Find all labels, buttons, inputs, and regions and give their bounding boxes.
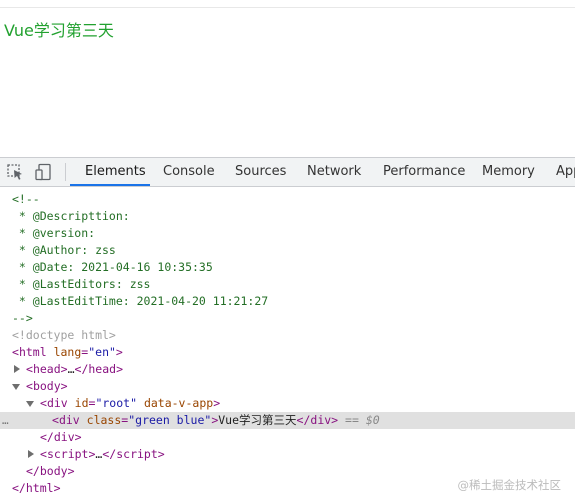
expand-triangle-icon[interactable] <box>28 450 34 458</box>
tab-console[interactable]: Console <box>163 158 215 186</box>
toolbar-separator <box>65 163 66 181</box>
comment-line[interactable]: * @version: <box>0 225 575 242</box>
tab-application[interactable]: App <box>556 158 575 186</box>
tab-sources[interactable]: Sources <box>235 158 286 186</box>
devtools-panel: Elements Console Sources Network Perform… <box>0 157 575 503</box>
collapse-triangle-icon[interactable] <box>26 401 34 407</box>
tab-memory[interactable]: Memory <box>482 158 535 186</box>
tab-performance[interactable]: Performance <box>383 158 465 186</box>
comment-line[interactable]: --> <box>0 310 575 327</box>
comment-line[interactable]: * @Date: 2021-04-16 10:35:35 <box>0 259 575 276</box>
devtools-toolbar: Elements Console Sources Network Perform… <box>0 158 575 187</box>
head-node[interactable]: <head>…</head> <box>0 361 575 378</box>
collapse-triangle-icon[interactable] <box>12 384 20 390</box>
row-menu-icon[interactable]: … <box>2 412 9 429</box>
expand-triangle-icon[interactable] <box>14 365 20 373</box>
page-heading-text: Vue学习第三天 <box>4 21 114 40</box>
selected-div-node[interactable]: … <div class="green blue">Vue学习第三天</div> … <box>0 412 575 429</box>
active-tab-indicator <box>70 184 150 186</box>
root-div-node[interactable]: <div id="root" data-v-app> <box>0 395 575 412</box>
watermark: @稀土掘金技术社区 <box>457 478 562 492</box>
root-div-close[interactable]: </div> <box>0 429 575 446</box>
script-node[interactable]: <script>…</script> <box>0 446 575 463</box>
inspect-element-icon[interactable] <box>6 163 26 181</box>
node-text: Vue学习第三天 <box>218 413 297 427</box>
doctype-node[interactable]: <!doctype html> <box>0 327 575 344</box>
tab-network[interactable]: Network <box>307 158 361 186</box>
tab-elements[interactable]: Elements <box>85 158 146 186</box>
comment-line[interactable]: <!-- <box>0 191 575 208</box>
device-toolbar-icon[interactable] <box>34 163 54 181</box>
comment-line[interactable]: * @Descripttion: <box>0 208 575 225</box>
comment-line[interactable]: * @LastEditors: zss <box>0 276 575 293</box>
page-viewport: Vue学习第三天 <box>0 8 575 158</box>
html-node[interactable]: <html lang="en"> <box>0 344 575 361</box>
browser-top-edge <box>0 0 575 8</box>
dom-tree: <!-- * @Descripttion: * @version: * @Aut… <box>0 191 575 497</box>
comment-line[interactable]: * @Author: zss <box>0 242 575 259</box>
comment-line[interactable]: * @LastEditTime: 2021-04-20 11:21:27 <box>0 293 575 310</box>
body-node[interactable]: <body> <box>0 378 575 395</box>
selected-marker: == $0 <box>345 413 380 427</box>
